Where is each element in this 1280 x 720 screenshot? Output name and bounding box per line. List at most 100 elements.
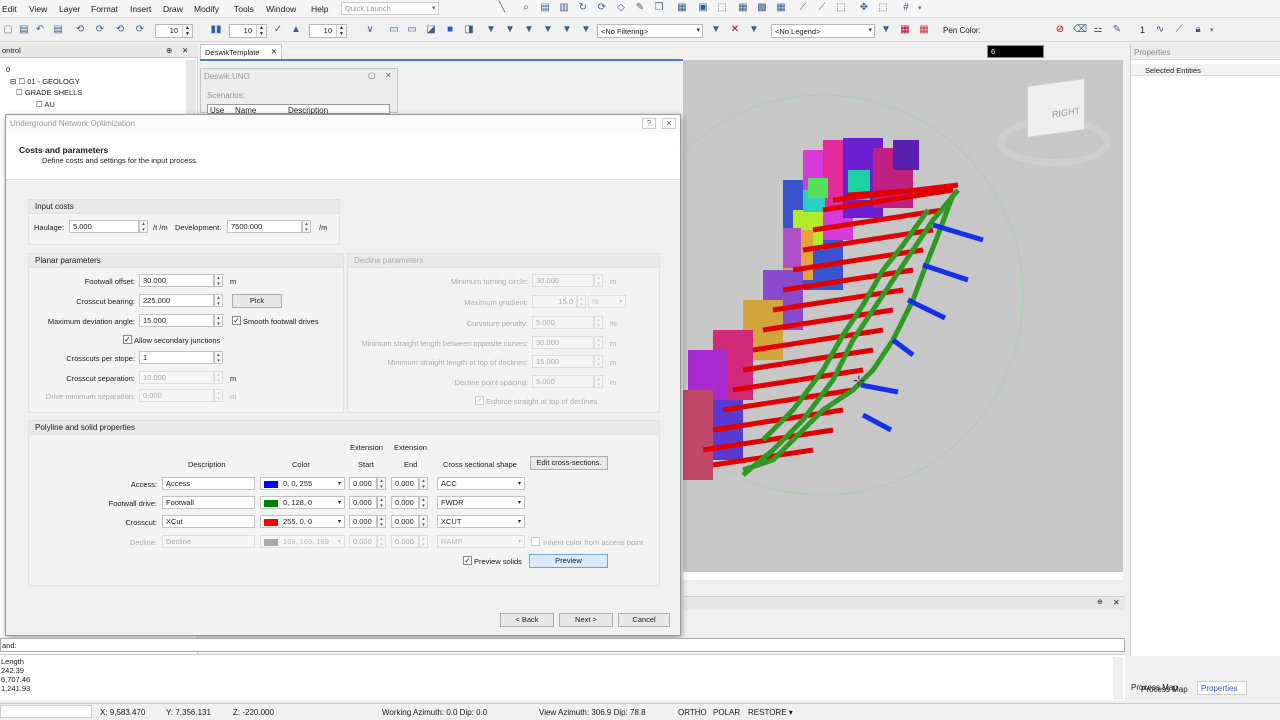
crosscut-separation-input[interactable]: 10.000: [139, 371, 214, 384]
viewport-scrollbar[interactable]: [683, 572, 1123, 580]
rotate3-icon[interactable]: ⟲: [114, 24, 126, 36]
min-turning-input[interactable]: 30.000: [532, 274, 594, 287]
tree-item[interactable]: ☐ AU: [36, 100, 55, 109]
legend-config-icon[interactable]: ▼: [880, 24, 892, 36]
inherit-color-checkbox[interactable]: [531, 537, 540, 546]
filter3-icon[interactable]: ▼: [542, 24, 554, 36]
footwall-offset-input[interactable]: 30.000: [139, 274, 214, 287]
access-end-input[interactable]: 0.000: [391, 477, 419, 490]
spin-input-1[interactable]: 10 ▲ ▼: [155, 24, 193, 38]
footwall-start-input[interactable]: 0.000: [349, 496, 377, 509]
pick-button[interactable]: Pick: [232, 294, 282, 308]
menu-draw[interactable]: Draw: [163, 4, 183, 14]
menu-window[interactable]: Window: [266, 4, 296, 14]
columns-icon[interactable]: ▮▮: [210, 24, 222, 36]
filter2-icon[interactable]: ▼: [504, 24, 516, 36]
print-icon[interactable]: ▤: [539, 2, 551, 14]
snap-icon[interactable]: ⟋: [797, 2, 809, 14]
frame-icon[interactable]: ⬚: [877, 2, 889, 14]
hash-icon[interactable]: #: [900, 2, 912, 14]
menu-format[interactable]: Format: [91, 4, 118, 14]
rotate4-icon[interactable]: ⟳: [134, 24, 146, 36]
snap2-icon[interactable]: ⟋: [816, 2, 828, 14]
maximize-icon[interactable]: ▢: [368, 71, 376, 80]
copy-icon[interactable]: ❐: [653, 2, 665, 14]
preview-solids-checkbox[interactable]: ✓: [463, 556, 472, 565]
tab-deswik-template[interactable]: DeswikTemplate ✕: [200, 44, 282, 59]
spin-arrows-icon[interactable]: ▲ ▼: [377, 515, 386, 528]
crosscut-desc-input[interactable]: XCut: [162, 515, 255, 528]
chevron-down-icon[interactable]: ∨: [364, 24, 376, 36]
cube-icon[interactable]: ■: [444, 24, 456, 36]
crosscut-end-input[interactable]: 0.000: [391, 515, 419, 528]
footwall-end-input[interactable]: 0.000: [391, 496, 419, 509]
decline-end-input[interactable]: 0.000: [391, 535, 419, 548]
select-icon[interactable]: ⬚: [716, 2, 728, 14]
spin-arrows-icon[interactable]: ▲ ▼: [377, 496, 386, 509]
access-shape-select[interactable]: ACC ▾: [437, 477, 525, 490]
palette-clear-icon[interactable]: ▦: [918, 24, 930, 36]
crosscut-color-select[interactable]: 255, 0, 0 ▾: [260, 515, 345, 528]
footwall-desc-input[interactable]: Footwall: [162, 496, 255, 509]
close-icon[interactable]: ✕: [385, 71, 392, 80]
quick-launch-input[interactable]: Quick Launch: [341, 2, 439, 15]
pin-icon[interactable]: ⊕: [1097, 598, 1103, 606]
min-straight-top-input[interactable]: 15.000: [532, 355, 594, 368]
slash-icon[interactable]: ⟋: [1173, 24, 1185, 36]
floppy-icon[interactable]: ▤: [18, 24, 30, 36]
drive-min-separation-input[interactable]: 0.000: [139, 389, 214, 402]
style-icon[interactable]: ⚍: [1092, 24, 1104, 36]
doc2-icon[interactable]: ▭: [406, 24, 418, 36]
pin-icon[interactable]: ⊕: [166, 46, 172, 55]
grid-icon[interactable]: ▦: [676, 2, 688, 14]
menu-layer[interactable]: Layer: [59, 4, 80, 14]
undo-icon[interactable]: ↶: [34, 24, 46, 36]
spin-arrows-icon[interactable]: ▲ ▼: [214, 314, 223, 327]
expand-icon[interactable]: ⊟ ☐: [10, 77, 27, 86]
tree-item[interactable]: ☐ GRADE SHELLS: [16, 88, 82, 97]
menu-help[interactable]: Help: [311, 4, 328, 14]
move-icon[interactable]: ✥: [858, 2, 870, 14]
crosscuts-per-stope-input[interactable]: 1: [139, 351, 214, 364]
decline-color-select[interactable]: 169, 169, 169 ▾: [260, 535, 345, 548]
table2-icon[interactable]: ▩: [756, 2, 768, 14]
close-icon[interactable]: ✕: [1113, 598, 1120, 607]
spin-arrows-icon[interactable]: ▲ ▼: [139, 220, 148, 233]
polar-toggle[interactable]: POLAR: [713, 708, 740, 717]
restore-button[interactable]: RESTORE ▾: [748, 708, 793, 717]
table-icon[interactable]: ▦: [737, 2, 749, 14]
command-bar[interactable]: and:: [0, 638, 1125, 652]
arrow-up-icon[interactable]: ▲: [290, 24, 302, 36]
enforce-straight-checkbox[interactable]: ✓: [475, 396, 484, 405]
smooth-footwall-checkbox[interactable]: ✓: [232, 316, 241, 325]
spin-arrows-icon[interactable]: ▲ ▼: [419, 477, 428, 490]
picker-icon[interactable]: ✎: [1111, 24, 1123, 36]
spin-arrows-icon[interactable]: ▲ ▼: [419, 496, 428, 509]
spin-arrows-icon[interactable]: ▲ ▼: [214, 274, 223, 287]
decline-spacing-input[interactable]: 5.000: [532, 375, 594, 388]
decline-start-input[interactable]: 0.000: [349, 535, 377, 548]
rotate-icon[interactable]: ↻: [577, 2, 589, 14]
next-button[interactable]: Next >: [559, 613, 613, 627]
curvature-input[interactable]: 5.000: [532, 316, 594, 329]
checkmark-icon[interactable]: ✓: [272, 24, 284, 36]
line-icon[interactable]: ╲: [496, 2, 508, 14]
edit-cross-sections-button[interactable]: Edit cross-sections.: [530, 456, 608, 470]
legend-filter-icon[interactable]: ▼: [710, 24, 722, 36]
doc3-icon[interactable]: ◪: [425, 24, 437, 36]
max-gradient-input[interactable]: 15.0: [532, 295, 577, 308]
menu-view[interactable]: View: [29, 4, 47, 14]
tab-process-map[interactable]: Process Map: [1139, 683, 1199, 696]
back-button[interactable]: < Back: [500, 613, 554, 627]
doc-icon[interactable]: ▭: [388, 24, 400, 36]
tab-properties[interactable]: Properties: [1197, 681, 1247, 695]
viewcube[interactable]: RIGHT: [1027, 77, 1085, 139]
footwall-color-select[interactable]: 0, 128, 0 ▾: [260, 496, 345, 509]
selected-entities[interactable]: Selected Entities: [1131, 64, 1280, 76]
gradient-unit-select[interactable]: % ▾: [588, 295, 626, 308]
access-start-input[interactable]: 0.000: [349, 477, 377, 490]
footwall-shape-select[interactable]: FWDR ▾: [437, 496, 525, 509]
spin-arrows-icon[interactable]: ▲ ▼: [419, 515, 428, 528]
filter-select-icon[interactable]: ▼: [523, 24, 535, 36]
menu-tools[interactable]: Tools: [234, 4, 254, 14]
